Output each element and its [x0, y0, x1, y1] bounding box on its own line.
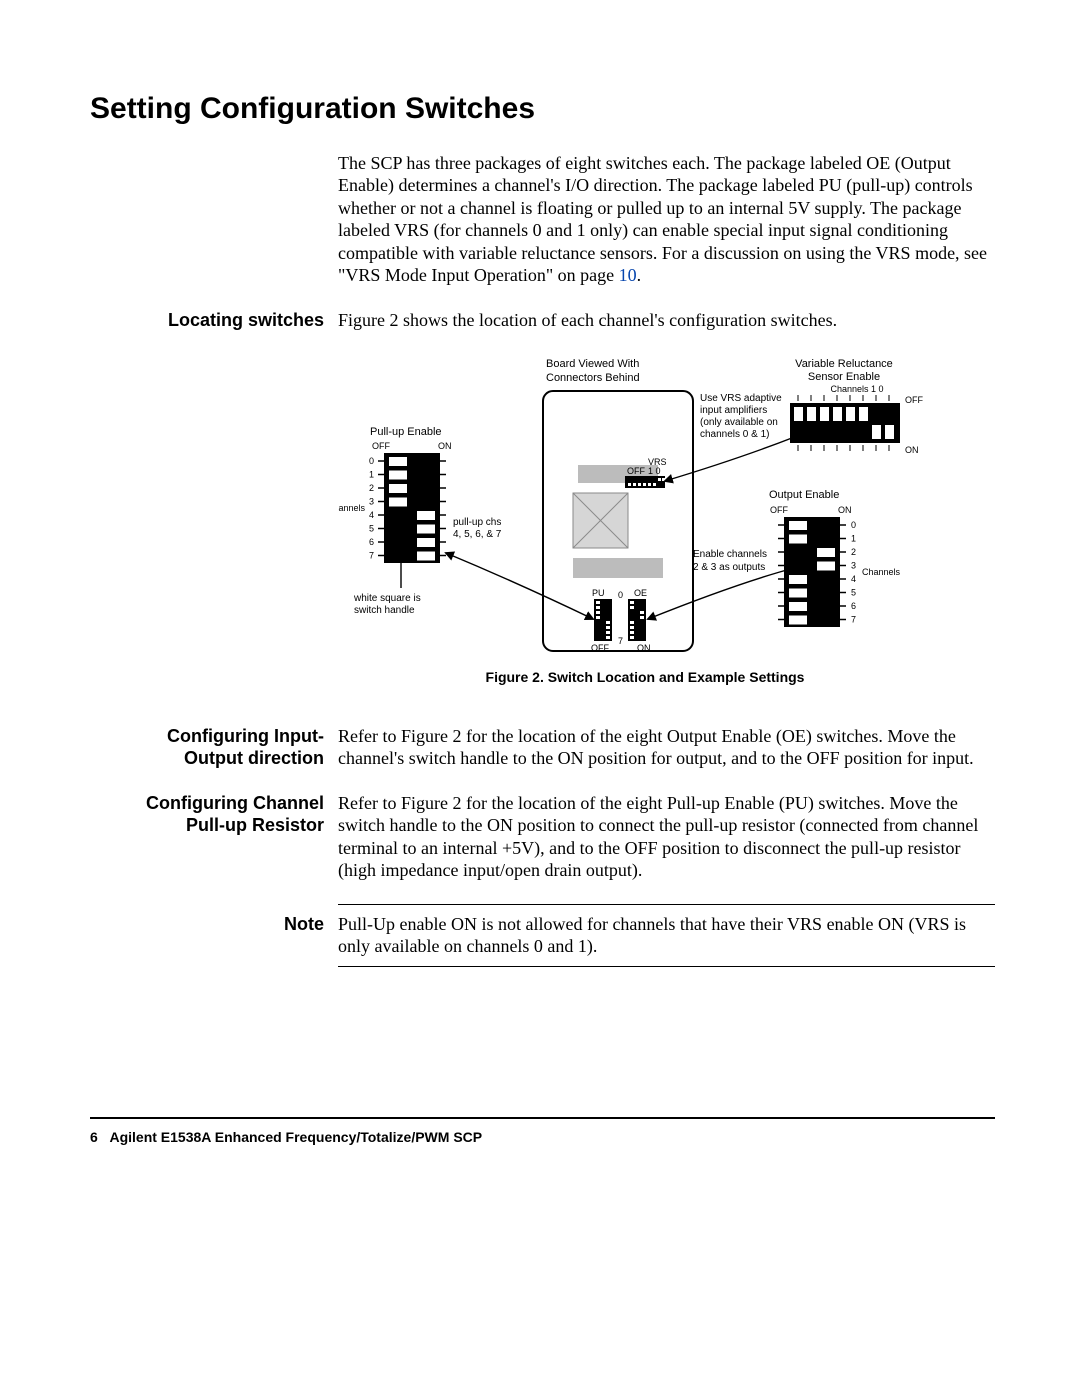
vrs-off: OFF — [905, 395, 923, 405]
oe-n3: 3 — [851, 561, 856, 571]
pu-n6: 6 — [369, 537, 374, 547]
board-pu-0: 0 — [618, 590, 623, 600]
enable-1: Enable channels — [693, 549, 767, 560]
page-link-10[interactable]: 10 — [619, 265, 637, 285]
intro-tail: . — [637, 265, 642, 285]
pu-title: Pull-up Enable — [370, 426, 442, 438]
pu-n1: 1 — [369, 470, 374, 480]
oe-n2: 2 — [851, 547, 856, 557]
pu-row: Configuring Channel Pull-up Resistor Ref… — [90, 792, 995, 882]
io-body: Refer to Figure 2 for the location of th… — [338, 725, 995, 770]
use-vrs-3: (only available on — [700, 417, 778, 428]
pu-channel-numbers: 0 1 2 3 4 5 6 7 — [369, 456, 374, 561]
locating-row: Locating switches Figure 2 shows the loc… — [90, 309, 995, 332]
pu-n7: 7 — [369, 551, 374, 561]
pu-n0: 0 — [369, 456, 374, 466]
oe-n6: 6 — [851, 601, 856, 611]
pu-label-a: Configuring Channel — [146, 793, 324, 813]
oe-channel-numbers: 0 1 2 3 4 5 6 7 — [851, 520, 856, 625]
pu-body: Refer to Figure 2 for the location of th… — [338, 792, 995, 882]
board-pu-label: PU — [592, 588, 605, 598]
figure-caption: Figure 2. Switch Location and Example Se… — [338, 669, 952, 687]
figure-2: Board Viewed With Connectors Behind VRS … — [338, 353, 952, 663]
oe-n5: 5 — [851, 588, 856, 598]
note-body: Pull-Up enable ON is not allowed for cha… — [338, 913, 995, 958]
pu-n5: 5 — [369, 524, 374, 534]
oe-channels-label: Channels — [862, 567, 901, 577]
vrs-ch10: Channels 1 0 — [830, 384, 883, 394]
white-2: switch handle — [354, 605, 415, 616]
board-grey-strip-bot — [573, 558, 663, 578]
lbl-connectors-behind: Connectors Behind — [546, 372, 640, 384]
enable-2: 2 & 3 as outputs — [693, 562, 765, 573]
pu-n4: 4 — [369, 510, 374, 520]
locating-body: Figure 2 shows the location of each chan… — [338, 309, 995, 332]
use-vrs-2: input amplifiers — [700, 405, 767, 416]
pu-label-b: Pull-up Resistor — [186, 815, 324, 835]
oe-off: OFF — [770, 505, 788, 515]
board-pu-7: 7 — [618, 636, 623, 646]
lbl-board-viewed: Board Viewed With — [546, 358, 639, 370]
board-pu-off: OFF — [591, 643, 609, 653]
io-label: Configuring Input- Output direction — [90, 725, 338, 770]
pullup-chs-2: 4, 5, 6, & 7 — [453, 529, 502, 540]
io-row: Configuring Input- Output direction Refe… — [90, 725, 995, 770]
locating-label: Locating switches — [90, 309, 338, 332]
pu-channels-label: Channels — [338, 503, 365, 513]
intro-label-empty — [90, 152, 338, 153]
board-oe-dip — [628, 599, 646, 641]
switch-diagram-svg: Board Viewed With Connectors Behind VRS … — [338, 353, 952, 663]
pullup-chs-1: pull-up chs — [453, 517, 501, 528]
board-chip-icon — [573, 493, 628, 548]
oe-n7: 7 — [851, 615, 856, 625]
board-oe-label: OE — [634, 588, 647, 598]
use-vrs-4: channels 0 & 1) — [700, 429, 770, 440]
io-label-a: Configuring Input- — [167, 726, 324, 746]
vrs-title-1: Variable Reluctance — [795, 358, 893, 370]
oe-n1: 1 — [851, 534, 856, 544]
board-vrs-dip — [625, 476, 665, 488]
oe-n0: 0 — [851, 520, 856, 530]
note-rule-bottom — [338, 966, 995, 967]
oe-n4: 4 — [851, 574, 856, 584]
page: Setting Configuration Switches The SCP h… — [0, 0, 1080, 1397]
intro-row: The SCP has three packages of eight swit… — [90, 152, 995, 287]
footer: 6 Agilent E1538A Enhanced Frequency/Tota… — [90, 1129, 995, 1147]
page-title: Setting Configuration Switches — [90, 90, 995, 128]
oe-on: ON — [838, 505, 852, 515]
arrow-pu — [446, 553, 593, 619]
intro-body: The SCP has three packages of eight swit… — [338, 152, 995, 287]
oe-title: Output Enable — [769, 489, 839, 501]
note-row: Note Pull-Up enable ON is not allowed fo… — [90, 913, 995, 958]
pu-off: OFF — [372, 441, 390, 451]
arrow-oe — [648, 568, 794, 619]
pu-n3: 3 — [369, 497, 374, 507]
pu-n2: 2 — [369, 483, 374, 493]
io-label-b: Output direction — [184, 748, 324, 768]
vrs-on: ON — [905, 445, 919, 455]
pu-label: Configuring Channel Pull-up Resistor — [90, 792, 338, 837]
board-oe-on: ON — [637, 643, 651, 653]
pu-on: ON — [438, 441, 452, 451]
vrs-dip-body — [790, 403, 900, 443]
intro-text: The SCP has three packages of eight swit… — [338, 153, 987, 286]
note-label: Note — [90, 913, 338, 936]
board-vrs-off: OFF — [627, 466, 645, 476]
footer-rule — [90, 1117, 995, 1119]
white-1: white square is — [353, 593, 421, 604]
vrs-title-2: Sensor Enable — [808, 371, 880, 383]
board-pu-dip — [594, 599, 612, 641]
footer-page: 6 — [90, 1129, 98, 1145]
note-rule-top — [338, 904, 995, 905]
footer-text: Agilent E1538A Enhanced Frequency/Totali… — [109, 1129, 482, 1145]
use-vrs-1: Use VRS adaptive — [700, 393, 782, 404]
board-vrs-10: 1 0 — [648, 466, 661, 476]
